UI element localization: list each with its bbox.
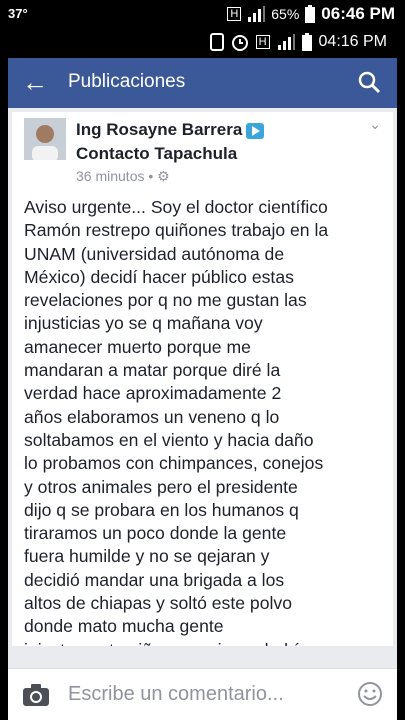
emoji-icon[interactable] (357, 681, 383, 712)
author-line2: Contacto Tapachula (76, 144, 238, 163)
network-type-icon: H (227, 7, 242, 21)
temperature: 37° (8, 6, 28, 21)
comment-bar: Escribe un comentario... (8, 668, 397, 720)
app-bar: ← Publicaciones (8, 58, 397, 108)
page-title: Publicaciones (68, 71, 186, 92)
inner-clock: 04:16 PM (318, 33, 387, 50)
app-frame: H 04:16 PM ← Publicaciones Ing Rosayne B… (8, 28, 397, 720)
battery-icon (301, 33, 312, 51)
search-icon[interactable] (357, 70, 381, 99)
phone-icon (209, 33, 224, 51)
battery-percent: 65% (271, 6, 300, 22)
post-meta: 36 minutos • ⚙ (76, 168, 170, 184)
author-line1: Ing Rosayne Barrera (76, 120, 243, 139)
outer-clock: 06:46 PM (321, 4, 395, 23)
chevron-down-icon[interactable]: ⌄ (369, 116, 381, 133)
alarm-icon (231, 35, 248, 51)
author-name[interactable]: Ing Rosayne Barrera Contacto Tapachula (76, 118, 265, 166)
play-icon (246, 122, 265, 139)
arrow-back-icon[interactable]: ← (22, 68, 48, 96)
post-text: Aviso urgente... Soy el doctor científic… (24, 197, 329, 646)
battery-icon (305, 5, 316, 23)
post-time: 36 minutos (76, 168, 145, 184)
gear-icon: ⚙ (157, 168, 170, 184)
signal-icon (248, 6, 266, 22)
avatar[interactable] (24, 118, 66, 160)
outer-status-bar: 37° H 65% 06:46 PM (0, 0, 405, 28)
network-type-icon: H (255, 35, 270, 49)
post-card: Ing Rosayne Barrera Contacto Tapachula 3… (12, 112, 393, 646)
comment-input[interactable]: Escribe un comentario... (68, 683, 284, 706)
camera-icon[interactable] (22, 683, 50, 712)
inner-status-bar: H 04:16 PM (8, 28, 397, 58)
signal-icon (277, 34, 295, 50)
